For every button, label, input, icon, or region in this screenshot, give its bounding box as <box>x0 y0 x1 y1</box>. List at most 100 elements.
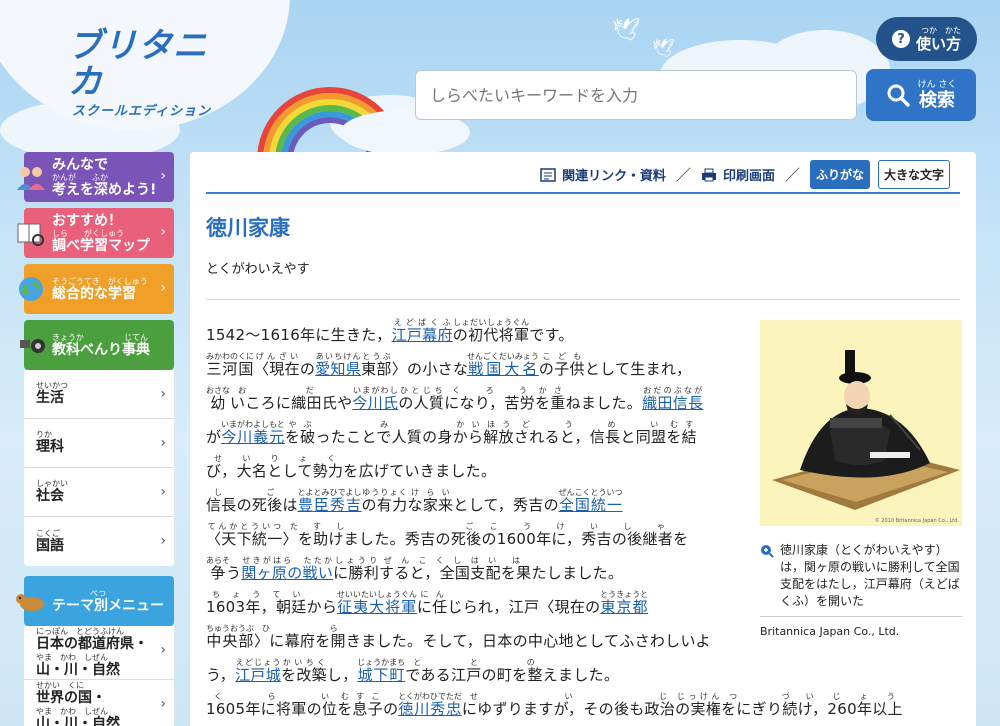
sidebar-card-subject-dictionary[interactable]: きょうか じてん 教科べんり事典 <box>20 320 174 370</box>
portrait-image[interactable]: © 2010 Britannica Japan Co., Ltd. <box>760 320 962 526</box>
related-links-label: 関連リンク・資料 <box>562 169 666 184</box>
article-body: 1542〜1616年に生きた，江戸幕府えどばくふの初代将軍しょだいしょうぐんです… <box>206 318 903 726</box>
ruby-text: 中央部ちゅうおうぶ <box>206 624 254 650</box>
sidebar-item-world-countries[interactable]: せかい くに 世界の国・ やま かわ しぜん 山・川・自然 › <box>24 680 174 726</box>
furigana: やぶ <box>284 420 316 429</box>
subject-list: せいかつ 生活 › りか 理科 › しゃかい 社会 › こくご 国語 › <box>24 370 174 566</box>
zoom-in-icon[interactable] <box>760 544 774 558</box>
sidebar-card-theme-menu[interactable]: べつ テーマ別メニュー <box>16 576 174 626</box>
ruby-text: 江戸城えどじょう <box>235 658 281 684</box>
theme-ruby: やま かわ しぜん <box>36 652 108 662</box>
caption-text: 徳川家康（とくがわいえやす）は，関ヶ原の戦いに勝利して全国支配をはたし，江戸幕府… <box>780 543 960 608</box>
article-line: 信長の死後しごは豊臣秀吉とよとみひでよしの有力ゆうりょくな家来けらいとして，秀吉… <box>206 488 762 522</box>
usage-guide-button[interactable]: ? つか かた 使い方 <box>876 17 977 61</box>
article-text: は <box>282 496 298 514</box>
furigana-toggle-button[interactable]: ふりがな <box>809 160 870 189</box>
furigana: せきがはら たたか <box>241 556 334 565</box>
chevron-right-icon: › <box>160 642 166 658</box>
article-text: になり，苦労 <box>444 394 535 412</box>
theme-line2: 山・川・自然 <box>36 716 120 726</box>
subject-ruby: りか <box>36 430 52 439</box>
ruby-text: の子供こども <box>539 352 585 378</box>
article-link[interactable]: 東京都 <box>600 598 648 616</box>
article-text: が <box>206 428 222 446</box>
ruby-text: 東京都とうきょうと <box>600 590 648 616</box>
ruby-text: 全国統一ぜんこくとういつ <box>559 488 623 514</box>
chevron-right-icon: › <box>160 435 166 451</box>
article-link[interactable]: 今川義元 <box>221 428 285 446</box>
article-link[interactable]: 征夷大将軍 <box>337 598 417 616</box>
article-text: の人質 <box>398 394 445 412</box>
article-link[interactable]: 愛知県 <box>315 360 361 378</box>
chevron-right-icon: › <box>160 484 166 500</box>
furigana: とくがわひでただ <box>398 692 462 701</box>
article-text: 〉の小さな <box>391 360 469 378</box>
page-title: 徳川家康 <box>206 216 290 240</box>
figure: © 2010 Britannica Japan Co., Ltd. 徳川家康（と… <box>760 320 962 638</box>
sidebar-item-seikatsu[interactable]: せいかつ 生活 › <box>24 370 174 419</box>
furigana: おだ <box>230 386 322 395</box>
document-icon <box>540 167 556 182</box>
sidebar-item-japan-prefectures[interactable]: にっぽん とどうふけん 日本の都道府県・ やま かわ しぜん 山・川・自然 › <box>24 626 174 680</box>
print-link[interactable]: 印刷画面 <box>701 165 775 184</box>
bird-icon: 🕊 <box>612 18 640 43</box>
divider <box>206 299 960 300</box>
usage-label: 使い方 <box>915 34 961 53</box>
subject-ruby: せいかつ <box>36 381 68 390</box>
bird-icon: 🕊 <box>652 38 675 59</box>
furigana: しご <box>328 522 482 531</box>
furigana: つづ <box>721 692 798 701</box>
article-line: び，大名として勢力せいりょくを広げていきました。 <box>206 454 762 488</box>
article-link[interactable]: 全国統一 <box>559 496 623 514</box>
article-text: 氏や <box>321 394 353 412</box>
article-link[interactable]: 今川氏 <box>352 394 398 412</box>
article-line: 中央部ちゅうおうぶ〉に幕府を開ひらきました。そして，日本の中心地としてふさわしい… <box>206 624 762 658</box>
article-link[interactable]: 豊臣秀吉 <box>297 496 361 514</box>
article-link[interactable]: 江戸城 <box>235 666 281 684</box>
article-line: う，江戸城えどじょうを改築かいちくし，城下町じょうかまちである江戸の町を整ととの… <box>206 658 762 692</box>
ruby-text: を重かさ <box>535 386 566 412</box>
sidebar-card-discuss[interactable]: みんなで かんが ふか 考えを深めよう! › <box>17 152 174 202</box>
article-text: の有力 <box>361 496 408 514</box>
article-link[interactable]: 徳川秀忠 <box>398 700 462 718</box>
sidebar-card-integrated-study[interactable]: そうごうてき がくしゅう 総合的な学習 › <box>19 264 174 314</box>
card-line2: テーマ別メニュー <box>52 597 164 614</box>
related-links-link[interactable]: 関連リンク・資料 <box>540 165 666 184</box>
microscope-icon <box>20 339 45 353</box>
chevron-right-icon: › <box>160 533 166 549</box>
question-icon: ? <box>891 30 910 48</box>
ruby-text: け，260年以上いじょう <box>797 692 903 718</box>
sidebar-item-kokugo[interactable]: こくご 国語 › <box>24 517 174 566</box>
article-line: 1603年，朝廷ちょうていから征夷大将軍せいいたいしょうぐんに任にんじられ，江戸… <box>206 590 762 624</box>
sidebar-item-shakai[interactable]: しゃかい 社会 › <box>24 468 174 517</box>
furigana: しょうり <box>333 556 380 565</box>
article-link[interactable]: 織田信長 <box>642 394 703 412</box>
ruby-text: の実権じっけん <box>675 692 721 718</box>
card-line2: 総合的な学習 <box>52 285 136 302</box>
article-link[interactable]: 関ヶ原の戦い <box>241 564 333 582</box>
article-link[interactable]: 城下町 <box>357 666 405 684</box>
furigana: ぜんこくとういつ <box>558 488 623 497</box>
ruby-text: 1603年，朝廷ちょうてい <box>206 590 307 616</box>
furigana: じょうかまち <box>357 658 406 667</box>
article-link[interactable]: 江戸幕府 <box>392 326 453 344</box>
subject-ruby: こくご <box>36 528 60 538</box>
article-link[interactable]: 戦国大名 <box>467 360 539 378</box>
large-text-button[interactable]: 大きな文字 <box>877 160 950 189</box>
furigana: くらい <box>206 692 338 701</box>
article-text: う， <box>206 666 236 684</box>
furigana: ひとじち <box>398 386 445 395</box>
theme-line1: 世界の国・ <box>36 690 106 706</box>
furigana: は <box>500 556 532 565</box>
ruby-text: されると，信長と同盟どうめい <box>514 420 666 446</box>
card-line2: 教科べんり事典 <box>52 341 150 358</box>
sidebar-item-rika[interactable]: りか 理科 › <box>24 419 174 468</box>
article-text: の <box>383 700 399 718</box>
article-text: け，260年以上 <box>797 700 903 718</box>
sidebar-card-research-map[interactable]: おすすめ！ しら がくしゅう 調べ学習マップ › <box>17 208 174 258</box>
article-text: きました。そして，日本の中心地としてふさわしいよ <box>345 632 711 650</box>
search-input[interactable] <box>415 70 857 120</box>
britannica-logo[interactable]: ブリタニカ スクールエディション <box>68 28 238 119</box>
ruby-text: 今川義元いまがわよしもと <box>221 420 285 446</box>
search-button[interactable]: けん さく 検索 <box>866 69 976 121</box>
